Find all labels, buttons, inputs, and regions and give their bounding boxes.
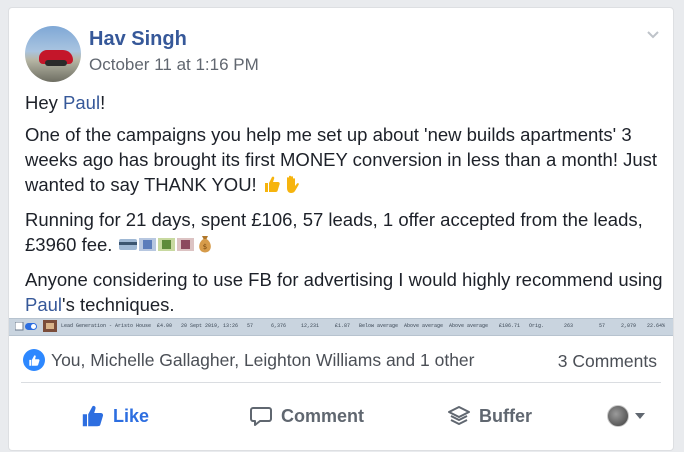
strip-campaign: Lead Generation - Aristo House (61, 323, 152, 329)
strip-cell: 22.64% (647, 323, 666, 329)
comment-button[interactable]: Comment (249, 402, 364, 430)
strip-cell: £106.71 (499, 323, 521, 329)
paragraph3-suffix: 's techniques. (62, 294, 175, 315)
reaction-names: You, Michelle Gallagher, Leighton Willia… (51, 349, 475, 370)
author-name[interactable]: Hav Singh (89, 28, 187, 51)
thumbs-up-icon (23, 349, 45, 371)
like-label: Like (113, 405, 150, 426)
paragraph1-text: One of the campaigns you help me set up … (25, 124, 658, 195)
buffer-label: Buffer (479, 405, 532, 426)
strip-cell: 2,079 (621, 323, 637, 329)
post-text: Hey Paul! One of the campaigns you help … (25, 90, 665, 324)
post-timestamp[interactable]: October 11 at 1:16 PM (89, 55, 259, 75)
greeting-suffix: ! (100, 92, 106, 113)
strip-cell: 6,376 (271, 323, 287, 329)
strip-cell: Above average (404, 323, 444, 329)
attachment-image[interactable]: Lead Generation - Aristo House £4.00 20 … (9, 318, 673, 336)
comments-count[interactable]: 3 Comments (558, 351, 657, 372)
strip-cell: 263 (564, 323, 574, 329)
reaction-profile-selector[interactable] (607, 404, 645, 428)
post-card: Hav Singh October 11 at 1:16 PM Hey Paul… (8, 7, 674, 451)
divider (21, 382, 661, 383)
strip-checkbox-icon (14, 321, 39, 333)
paragraph-campaign: One of the campaigns you help me set up … (25, 122, 665, 200)
strip-cell: £1.87 (335, 323, 351, 329)
avatar-car-image (39, 50, 73, 66)
author-avatar[interactable] (25, 26, 81, 82)
like-button[interactable]: Like (81, 402, 149, 430)
comment-label: Comment (281, 405, 365, 426)
money-bag-icon: $ (196, 234, 214, 260)
strip-cell: Orig. (529, 323, 545, 329)
paragraph-stats: Running for 21 days, spent £106, 57 lead… (25, 207, 665, 260)
strip-cell: £4.00 (157, 323, 173, 329)
waving-hand-icon (282, 174, 302, 200)
profile-avatar (607, 405, 629, 427)
strip-thumbnail-icon (43, 320, 57, 334)
strip-cell: Above average (449, 323, 489, 329)
strip-cell: Below average (359, 323, 399, 329)
comment-icon (249, 404, 273, 428)
strip-cell: 12,231 (301, 323, 320, 329)
thumbs-up-icon (81, 404, 105, 428)
svg-text:$: $ (202, 243, 206, 251)
strip-cell: 57 (247, 323, 254, 329)
strip-cell: 20 Sept 2019, 13:26 (181, 323, 239, 329)
money-emoji-icon (118, 234, 196, 260)
reactions-summary[interactable]: You, Michelle Gallagher, Leighton Willia… (23, 347, 475, 373)
mention-paul[interactable]: Paul (63, 92, 100, 113)
caret-down-icon (635, 413, 645, 419)
strip-cell: 57 (599, 323, 606, 329)
greeting-prefix: Hey (25, 92, 64, 113)
thumbs-up-icon (262, 174, 282, 200)
greeting-line: Hey Paul! (25, 90, 665, 115)
paragraph3-text: Anyone considering to use FB for adverti… (25, 269, 663, 290)
buffer-button[interactable]: Buffer (447, 402, 532, 430)
mention-paul-2[interactable]: Paul (25, 294, 62, 315)
chevron-down-icon[interactable] (645, 26, 661, 42)
buffer-icon (447, 404, 471, 428)
paragraph-recommend: Anyone considering to use FB for adverti… (25, 267, 665, 317)
